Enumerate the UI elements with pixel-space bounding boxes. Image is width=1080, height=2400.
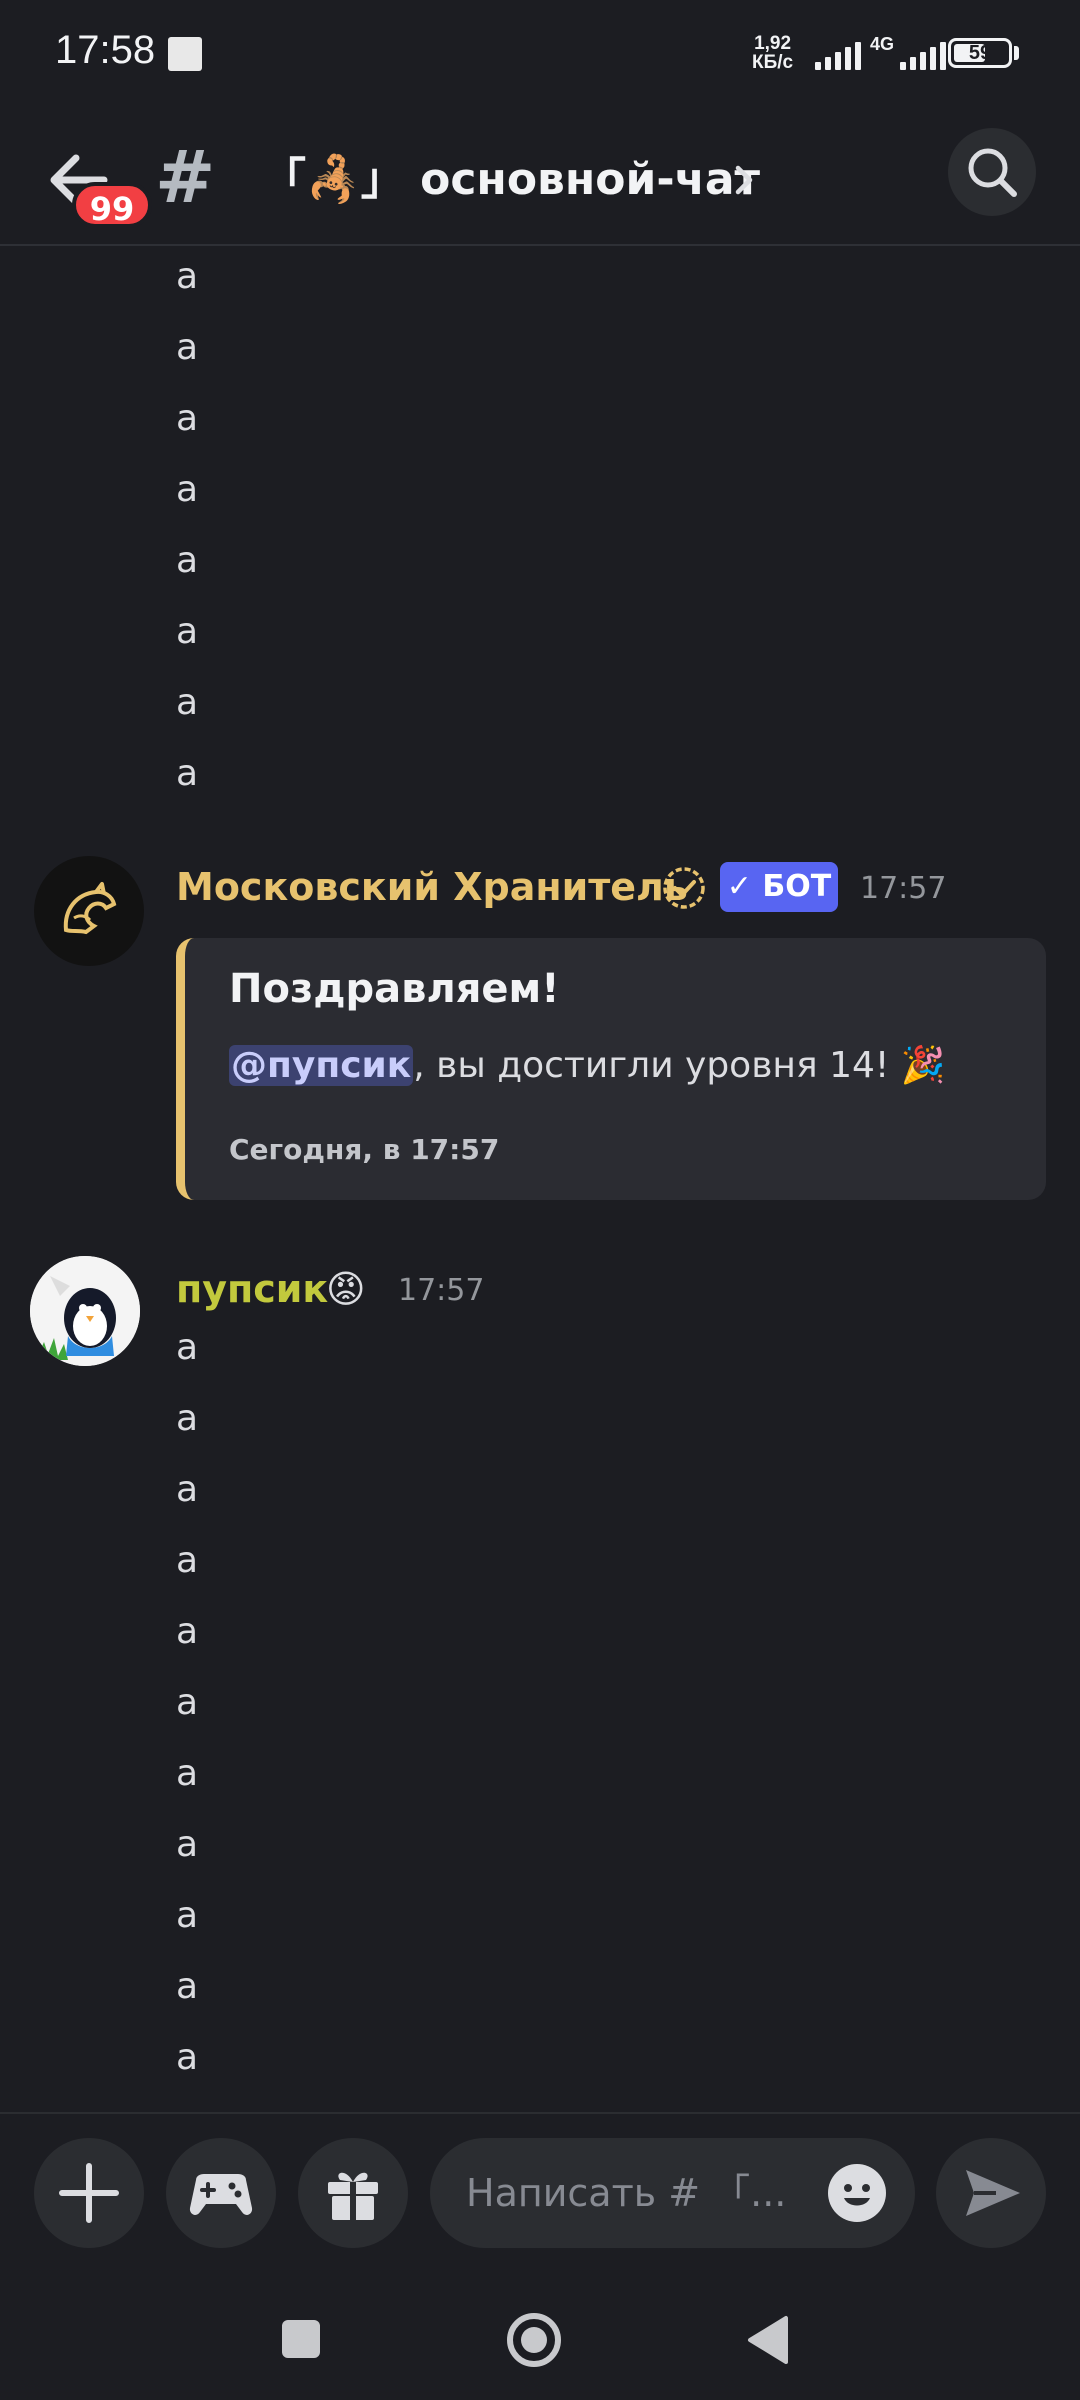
message-input[interactable]: Написать # 「...: [430, 2138, 915, 2248]
bot-badge: ✓ БОТ: [720, 862, 838, 912]
network-type: 4G: [870, 34, 895, 54]
message-line: а: [176, 1824, 199, 1865]
network-speed-value: 1,92: [754, 33, 792, 54]
user-avatar[interactable]: [30, 1256, 140, 1366]
system-nav-bar: [0, 2272, 1080, 2400]
battery-percent: 59: [968, 42, 992, 64]
horse-logo-icon: [63, 882, 117, 935]
bot-author-name[interactable]: Московский Хранитель: [176, 862, 688, 912]
send-button[interactable]: [936, 2138, 1046, 2248]
message-line: а: [176, 611, 199, 652]
message-line: а: [176, 1540, 199, 1581]
gift-button[interactable]: [298, 2138, 408, 2248]
status-time: 17:58: [55, 28, 156, 72]
message-line: а: [176, 327, 199, 368]
chevron-right-icon[interactable]: [730, 160, 760, 200]
search-button[interactable]: [948, 128, 1036, 216]
message-composer: Написать # 「...: [0, 2112, 1080, 2272]
hash-icon: #: [155, 135, 216, 219]
level-up-embed: Поздравляем! @пупсик, вы достигли уровня…: [176, 938, 1046, 1200]
plus-icon: [59, 2163, 119, 2223]
gift-icon: [328, 2172, 378, 2220]
angry-emoji-icon: 😡: [326, 1267, 366, 1311]
message-line: а: [176, 1682, 199, 1723]
message-line: а: [176, 1753, 199, 1794]
nav-back-icon[interactable]: [744, 2312, 794, 2368]
send-icon: [966, 2170, 1020, 2216]
message-line: а: [176, 469, 199, 510]
verified-icon: [663, 867, 705, 909]
emoji-icon[interactable]: [826, 2162, 888, 2224]
message-line: а: [176, 540, 199, 581]
battery-nub: [1014, 46, 1019, 60]
signal-icon-2: [900, 40, 946, 70]
gamepad-icon: [189, 2174, 253, 2215]
user-author-name[interactable]: пупсик: [176, 1264, 328, 1314]
message-line: а: [176, 398, 199, 439]
embed-title: Поздравляем!: [229, 966, 560, 1012]
message-input-placeholder: Написать # 「...: [466, 2171, 787, 2215]
nav-home-icon[interactable]: [504, 2310, 564, 2370]
unread-badge: 99: [72, 182, 152, 228]
signal-icon: [815, 40, 861, 70]
channel-header: 99 # 「🦂」 основной-чат: [0, 110, 1080, 246]
message-timestamp: 17:57: [398, 1273, 485, 1308]
embed-description: @пупсик, вы достигли уровня 14! 🎉: [229, 1038, 946, 1094]
search-icon: [968, 148, 1017, 197]
message-line: а: [176, 753, 199, 794]
penguin-avatar-icon: [30, 1256, 140, 1366]
message-line: а: [176, 2037, 199, 2078]
message-timestamp: 17:57: [860, 871, 947, 906]
network-speed-unit: КБ/с: [752, 52, 794, 73]
message-line: а: [176, 256, 199, 297]
message-line: а: [176, 1611, 199, 1652]
message-line: а: [176, 1327, 199, 1368]
message-line: а: [176, 1398, 199, 1439]
nav-square-icon[interactable]: [276, 2314, 326, 2364]
user-mention[interactable]: @пупсик: [229, 1045, 414, 1086]
network-speed: 1,92 КБ/с: [752, 34, 793, 72]
battery-icon: 59: [948, 38, 1012, 68]
bot-avatar[interactable]: [34, 856, 144, 966]
message-line: а: [176, 1895, 199, 1936]
message-line: а: [176, 1469, 199, 1510]
embed-footer: Сегодня, в 17:57: [229, 1133, 500, 1166]
message-line: а: [176, 682, 199, 723]
status-bar: 17:58 1,92 КБ/с 4G 59: [0, 0, 1080, 110]
channel-name[interactable]: 「🦂」 основной-чат: [262, 150, 760, 210]
message-line: а: [176, 1966, 199, 2007]
embed-text: , вы достигли уровня 14! 🎉: [413, 1045, 946, 1086]
activities-button[interactable]: [166, 2138, 276, 2248]
add-attachment-button[interactable]: [34, 2138, 144, 2248]
notification-icon: [168, 37, 202, 71]
